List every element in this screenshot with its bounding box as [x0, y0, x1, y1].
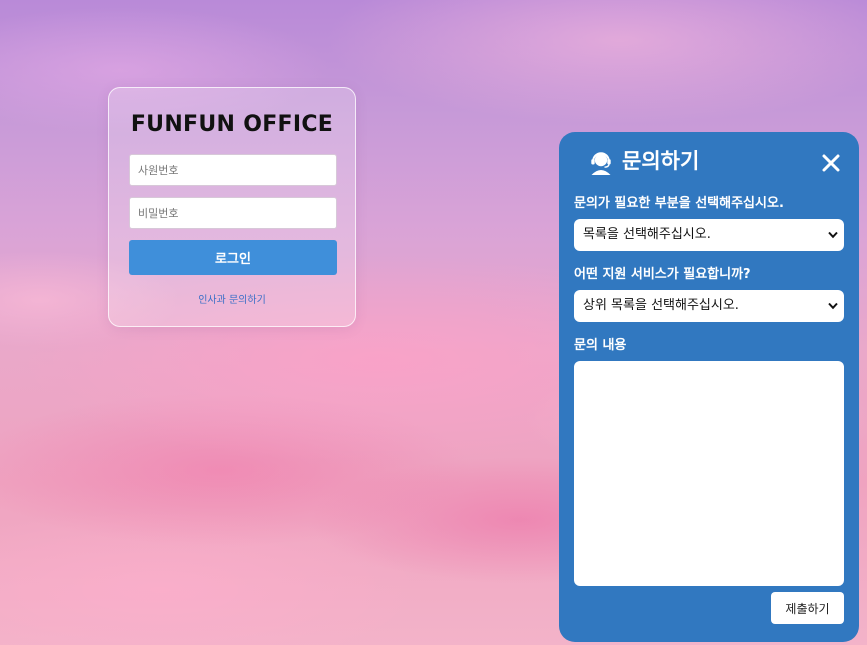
employee-id-input[interactable]	[129, 154, 337, 186]
category-select-value: 목록을 선택해주십시오.	[583, 227, 711, 242]
login-card: FUNFUN OFFICE 로그인 인사과 문의하기	[108, 87, 356, 327]
inquiry-header: 문의하기	[574, 132, 844, 192]
login-button[interactable]: 로그인	[129, 240, 337, 275]
category-label: 문의가 필요한 부분을 선택해주십시오.	[574, 196, 784, 211]
close-icon[interactable]	[820, 152, 842, 174]
service-select[interactable]: 상위 목록을 선택해주십시오.	[574, 290, 844, 322]
hr-inquiry-link[interactable]: 인사과 문의하기	[129, 291, 335, 306]
service-label: 어떤 지원 서비스가 필요합니까?	[574, 267, 751, 282]
chevron-down-icon	[828, 231, 838, 239]
submit-button[interactable]: 제출하기	[771, 592, 844, 624]
password-input[interactable]	[129, 197, 337, 229]
inquiry-title: 문의하기	[622, 149, 700, 173]
service-select-value: 상위 목록을 선택해주십시오.	[583, 298, 739, 313]
content-label: 문의 내용	[574, 338, 627, 353]
login-title: FUNFUN OFFICE	[130, 112, 334, 137]
inquiry-content-textarea[interactable]	[574, 361, 844, 586]
inquiry-panel: 문의하기 문의가 필요한 부분을 선택해주십시오. 목록을 선택해주십시오. 어…	[559, 132, 859, 642]
category-select[interactable]: 목록을 선택해주십시오.	[574, 219, 844, 251]
chevron-down-icon	[828, 302, 838, 310]
headset-icon	[591, 152, 611, 175]
